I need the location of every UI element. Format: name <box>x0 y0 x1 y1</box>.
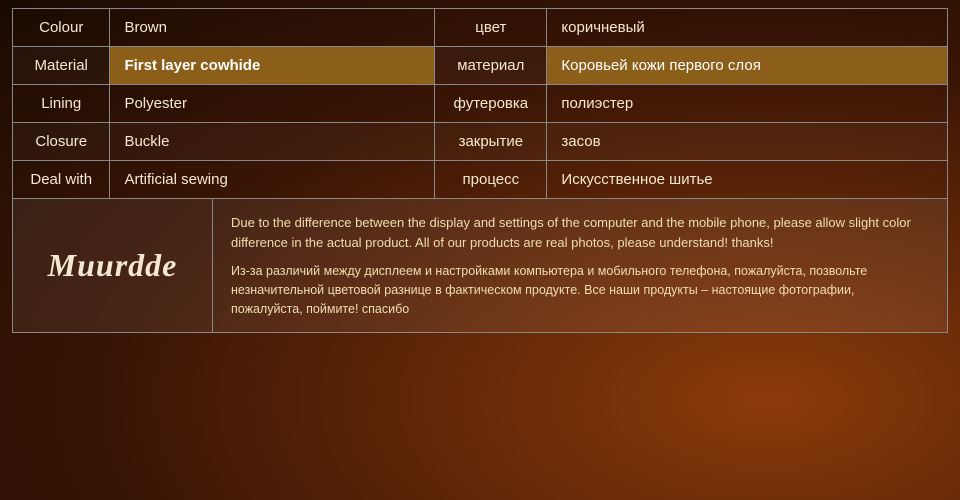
product-table: ColourBrownцветкоричневыйMaterialFirst l… <box>12 8 948 199</box>
label-en: Colour <box>13 9 110 47</box>
value-en: First layer cowhide <box>110 47 435 85</box>
value-en: Artificial sewing <box>110 161 435 199</box>
label-en: Closure <box>13 123 110 161</box>
disclaimer-russian: Из-за различий между дисплеем и настройк… <box>231 262 929 318</box>
disclaimer-section: Due to the difference between the displa… <box>213 199 947 332</box>
bottom-section: Muurdde Due to the difference between th… <box>12 199 948 333</box>
label-en: Material <box>13 47 110 85</box>
value-en: Polyester <box>110 85 435 123</box>
value-ru: полиэстер <box>547 85 948 123</box>
content-wrapper: ColourBrownцветкоричневыйMaterialFirst l… <box>0 0 960 341</box>
disclaimer-english: Due to the difference between the displa… <box>231 213 929 252</box>
label-ru: закрытие <box>435 123 547 161</box>
logo-section: Muurdde <box>13 199 213 332</box>
table-row: Deal withArtificial sewingпроцессИскусст… <box>13 161 948 199</box>
table-row: ColourBrownцветкоричневый <box>13 9 948 47</box>
value-ru: засов <box>547 123 948 161</box>
value-ru: коричневый <box>547 9 948 47</box>
table-row: LiningPolyesterфутеровкаполиэстер <box>13 85 948 123</box>
value-ru: Коровьей кожи первого слоя <box>547 47 948 85</box>
label-en: Deal with <box>13 161 110 199</box>
label-ru: материал <box>435 47 547 85</box>
page-wrapper: ColourBrownцветкоричневыйMaterialFirst l… <box>0 0 960 500</box>
value-en: Buckle <box>110 123 435 161</box>
brand-logo: Muurdde <box>48 247 178 284</box>
label-ru: футеровка <box>435 85 547 123</box>
value-en: Brown <box>110 9 435 47</box>
label-en: Lining <box>13 85 110 123</box>
label-ru: процесс <box>435 161 547 199</box>
label-ru: цвет <box>435 9 547 47</box>
value-ru: Искусственное шитье <box>547 161 948 199</box>
table-row: MaterialFirst layer cowhideматериалКоров… <box>13 47 948 85</box>
table-row: ClosureBuckleзакрытиезасов <box>13 123 948 161</box>
